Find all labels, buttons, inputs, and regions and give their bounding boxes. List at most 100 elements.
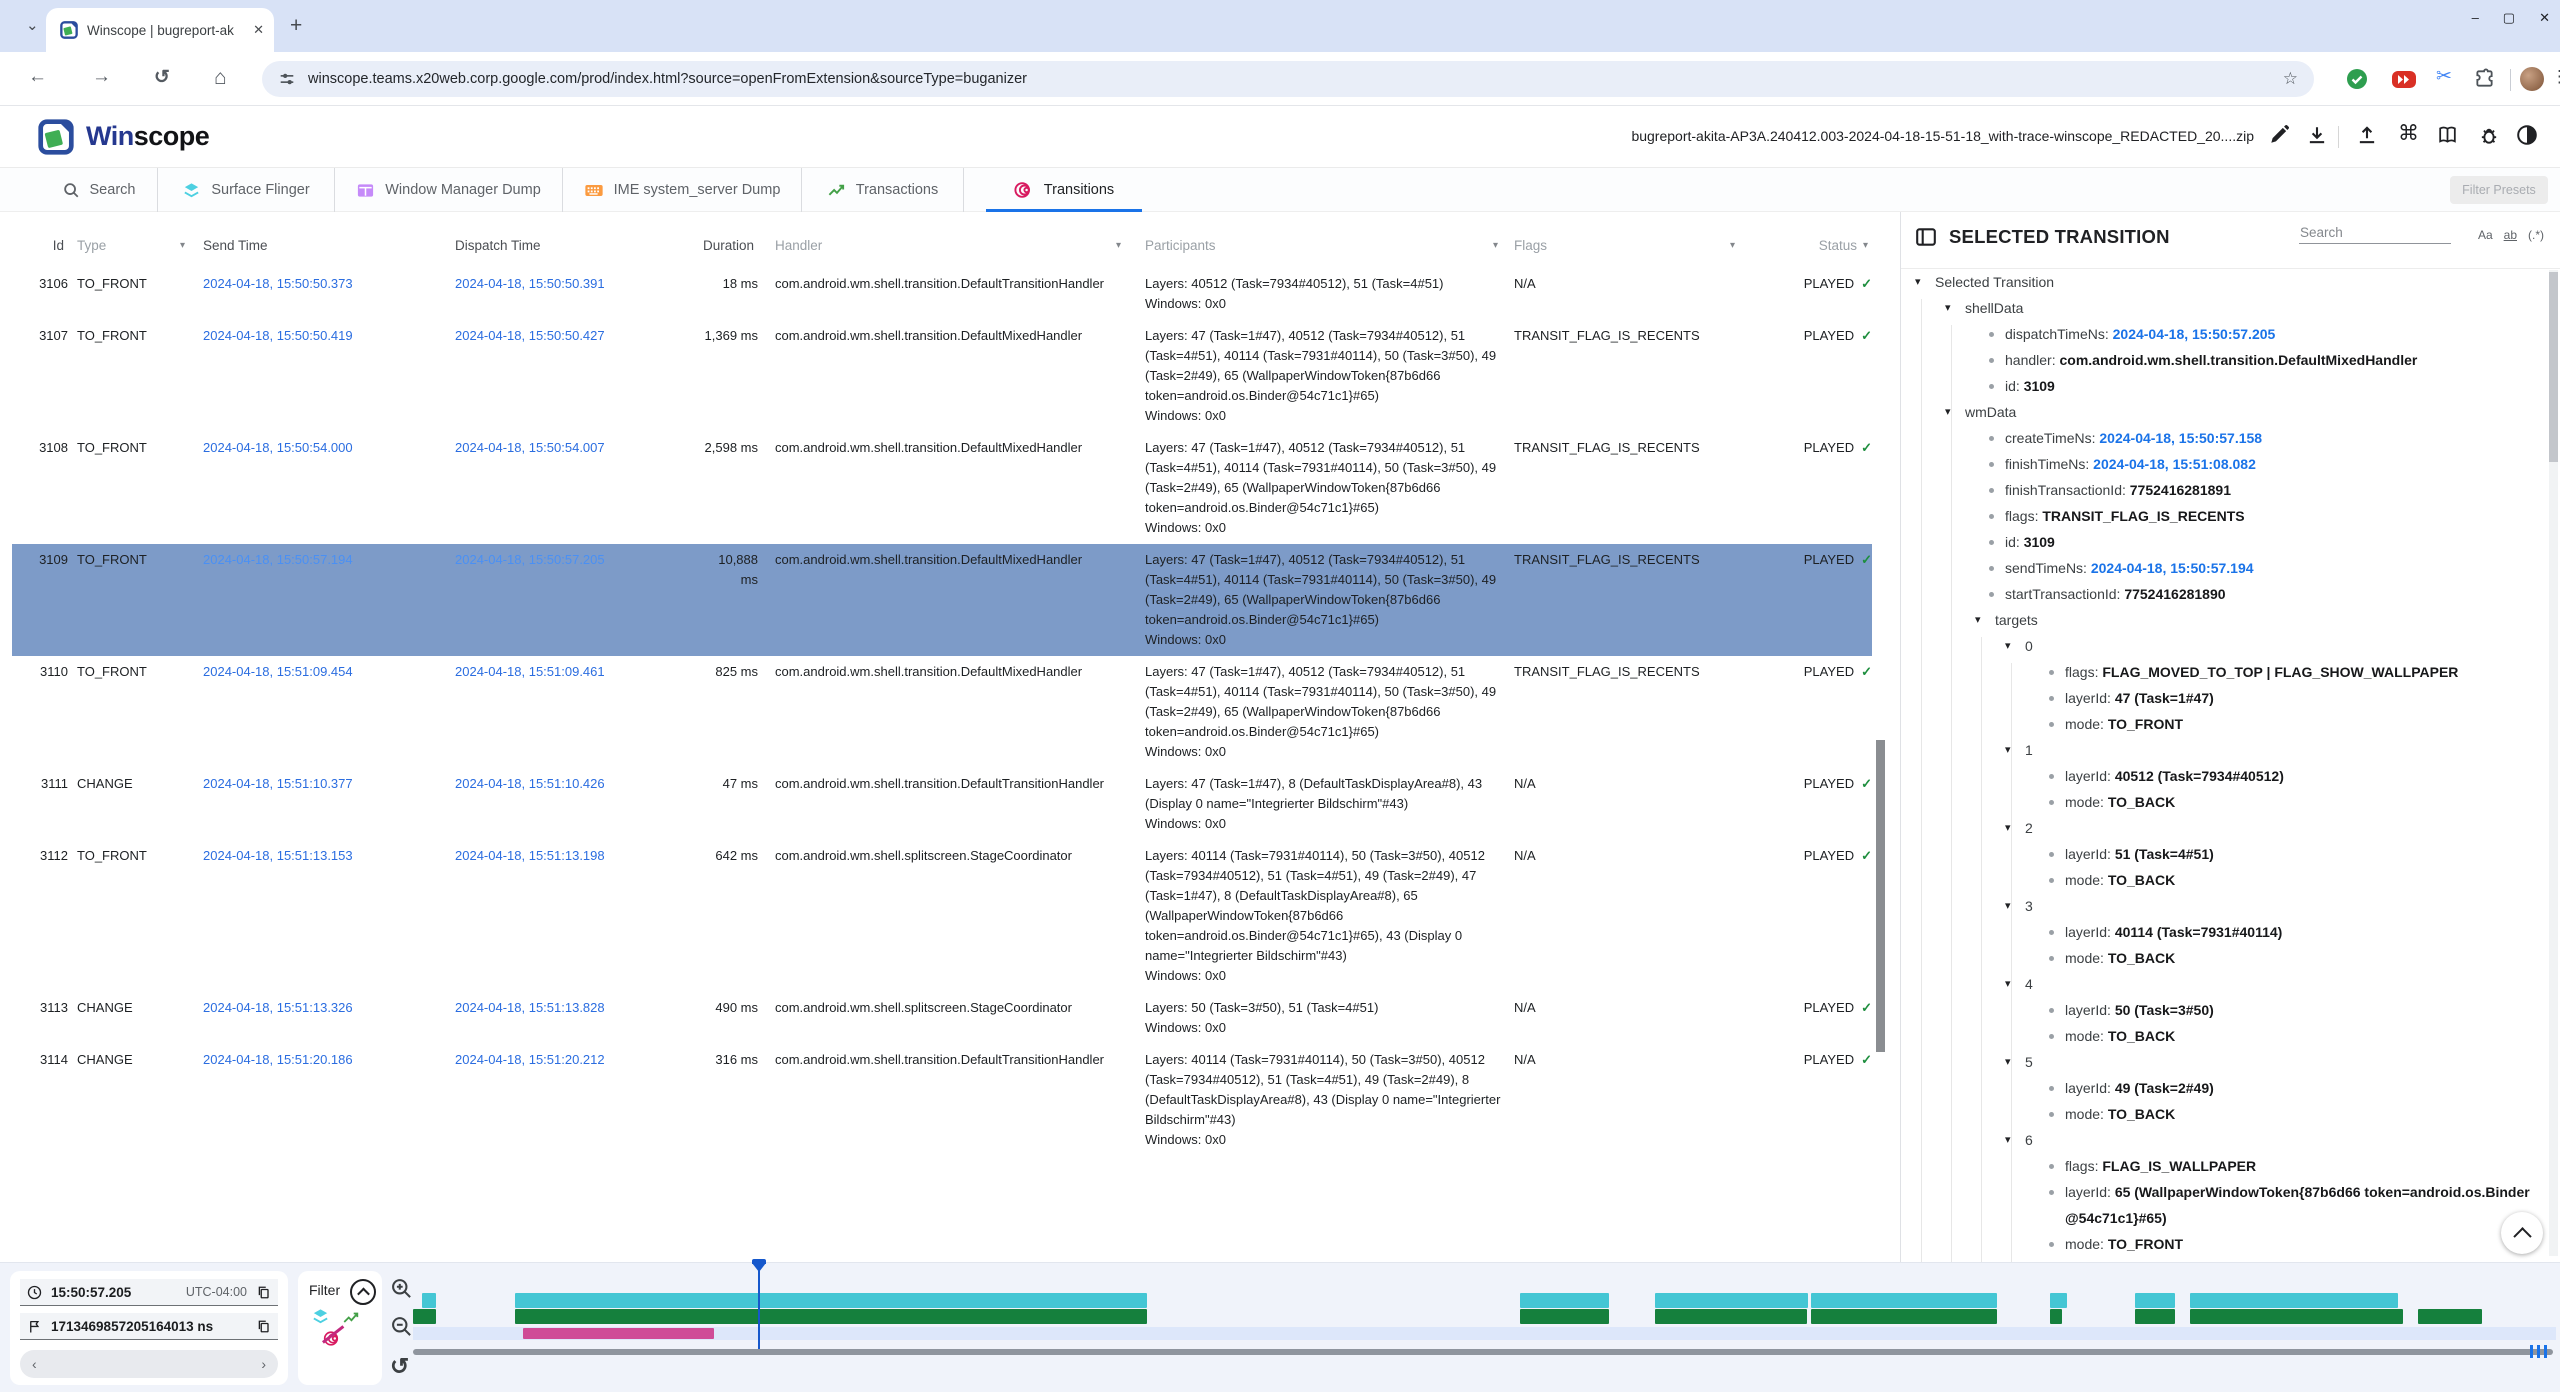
column-header-flags[interactable]: Flags▾ <box>1502 236 1739 256</box>
cell-dispatch[interactable]: 2024-04-18, 15:51:20.212 <box>443 1050 695 1150</box>
column-header-id[interactable]: Id <box>12 236 68 256</box>
current-time-value[interactable]: 15:50:57.205 <box>51 1285 131 1300</box>
table-row[interactable]: 3107TO_FRONT2024-04-18, 15:50:50.4192024… <box>12 320 1872 432</box>
documentation-book-icon[interactable] <box>2436 124 2459 146</box>
transactions-track-segment[interactable] <box>2050 1309 2062 1324</box>
cell-dispatch[interactable]: 2024-04-18, 15:50:54.007 <box>443 438 695 538</box>
back-icon[interactable]: ← <box>28 66 47 88</box>
tree-node[interactable]: ▾1 <box>1901 737 2560 763</box>
prev-frame-button[interactable]: ‹ <box>32 1356 37 1372</box>
tab-ime-system-server-dump[interactable]: IME system_server Dump <box>563 168 802 212</box>
zoom-in-button[interactable] <box>390 1277 413 1300</box>
cell-send[interactable]: 2024-04-18, 15:50:57.194 <box>189 550 443 650</box>
tab-transactions[interactable]: Transactions <box>802 168 964 212</box>
tab-close-icon[interactable]: ✕ <box>253 22 264 38</box>
tree-expand-arrow-icon[interactable]: ▾ <box>2005 893 2011 919</box>
scroll-to-top-button[interactable] <box>2501 1212 2543 1254</box>
filter-arrow-icon[interactable]: ▾ <box>1730 236 1735 256</box>
filter-arrow-icon[interactable]: ▾ <box>1863 236 1868 256</box>
column-header-type[interactable]: Type▾ <box>68 236 189 256</box>
tree-expand-arrow-icon[interactable]: ▾ <box>2005 815 2011 841</box>
transactions-track-segment[interactable] <box>2418 1309 2482 1324</box>
shortcuts-icon[interactable]: ⌘ <box>2398 121 2419 146</box>
extension-check-icon[interactable] <box>2346 68 2368 90</box>
sf-track-segment[interactable] <box>1811 1293 1997 1308</box>
zoom-reset-button[interactable]: ↻ <box>390 1353 409 1380</box>
table-row[interactable]: 3108TO_FRONT2024-04-18, 15:50:54.0002024… <box>12 432 1872 544</box>
tree-node[interactable]: ▾2 <box>1901 815 2560 841</box>
timeline-cursor[interactable] <box>758 1265 760 1349</box>
cell-send[interactable]: 2024-04-18, 15:50:54.000 <box>189 438 443 538</box>
address-bar[interactable]: winscope.teams.x20web.corp.google.com/pr… <box>262 61 2314 97</box>
transitions-track-segment[interactable] <box>523 1328 714 1339</box>
sf-track-segment[interactable] <box>422 1293 436 1308</box>
transitions-track[interactable] <box>413 1327 2556 1340</box>
timeline-scrollbar[interactable] <box>413 1349 2553 1355</box>
minimize-button[interactable]: – <box>2472 10 2479 26</box>
table-row[interactable]: 3111CHANGE2024-04-18, 15:51:10.3772024-0… <box>12 768 1872 840</box>
sf-track-segment[interactable] <box>515 1293 1147 1308</box>
tree-node[interactable]: ▾0 <box>1901 633 2560 659</box>
edit-pencil-icon[interactable] <box>2268 124 2290 146</box>
copy-ns-icon[interactable] <box>256 1319 271 1334</box>
column-header-handler[interactable]: Handler▾ <box>758 236 1125 256</box>
cell-dispatch[interactable]: 2024-04-18, 15:50:57.205 <box>443 550 695 650</box>
panel-scrollbar-thumb[interactable] <box>2549 272 2558 462</box>
url-text[interactable]: winscope.teams.x20web.corp.google.com/pr… <box>308 71 2283 87</box>
maximize-button[interactable]: ▢ <box>2503 10 2515 26</box>
surface-flinger-filter-icon[interactable] <box>311 1307 330 1326</box>
table-row[interactable]: 3106TO_FRONT2024-04-18, 15:50:50.3732024… <box>12 268 1872 320</box>
scissors-extension-icon[interactable]: ✂ <box>2436 65 2452 88</box>
whole-word-icon[interactable]: ab <box>2504 228 2517 242</box>
tab-search[interactable]: Search <box>40 168 158 212</box>
tree-node[interactable]: ▾3 <box>1901 893 2560 919</box>
next-frame-button[interactable]: › <box>261 1356 266 1372</box>
tree-expand-arrow-icon[interactable]: ▾ <box>1945 295 1951 321</box>
tab-surface-flinger[interactable]: Surface Flinger <box>158 168 335 212</box>
tree-expand-arrow-icon[interactable]: ▾ <box>2005 1049 2011 1075</box>
filter-arrow-icon[interactable]: ▾ <box>1116 236 1121 256</box>
filter-presets-button[interactable]: Filter Presets <box>2450 176 2548 204</box>
copy-time-icon[interactable] <box>256 1285 271 1300</box>
column-header-dispatch-time[interactable]: Dispatch Time <box>443 236 695 256</box>
profile-avatar[interactable] <box>2520 67 2544 91</box>
panel-search-input[interactable] <box>2299 222 2451 244</box>
current-time-field[interactable]: 15:50:57.205 UTC-04:00 <box>20 1279 278 1306</box>
transactions-track-segment[interactable] <box>1655 1309 1807 1324</box>
sf-track-segment[interactable] <box>2050 1293 2067 1308</box>
cell-send[interactable]: 2024-04-18, 15:51:13.326 <box>189 998 443 1038</box>
cell-dispatch[interactable]: 2024-04-18, 15:50:50.391 <box>443 274 695 314</box>
tree-node[interactable]: ▾5 <box>1901 1049 2560 1075</box>
nanoseconds-value[interactable]: 1713469857205164013 ns <box>51 1319 213 1334</box>
table-row[interactable]: 3110TO_FRONT2024-04-18, 15:51:09.4542024… <box>12 656 1872 768</box>
cell-dispatch[interactable]: 2024-04-18, 15:51:09.461 <box>443 662 695 762</box>
table-scrollbar-thumb[interactable] <box>1876 740 1885 1052</box>
filter-arrow-icon[interactable]: ▾ <box>1493 236 1498 256</box>
cell-send[interactable]: 2024-04-18, 15:51:20.186 <box>189 1050 443 1150</box>
tree-expand-arrow-icon[interactable]: ▾ <box>2005 971 2011 997</box>
transactions-track-segment[interactable] <box>1520 1309 1609 1324</box>
column-header-duration[interactable]: Duration <box>695 236 758 256</box>
tree-expand-arrow-icon[interactable]: ▾ <box>1975 607 1981 633</box>
table-scrollbar[interactable] <box>1876 228 1885 1248</box>
home-icon[interactable]: ⌂ <box>214 66 227 90</box>
forward-icon[interactable]: → <box>92 66 111 88</box>
tree-expand-arrow-icon[interactable]: ▾ <box>2005 1127 2011 1153</box>
nanoseconds-field[interactable]: 1713469857205164013 ns <box>20 1313 278 1340</box>
cell-dispatch[interactable]: 2024-04-18, 15:51:10.426 <box>443 774 695 834</box>
tab-window-manager-dump[interactable]: Window Manager Dump <box>335 168 563 212</box>
transactions-track-segment[interactable] <box>2135 1309 2175 1324</box>
cell-send[interactable]: 2024-04-18, 15:51:09.454 <box>189 662 443 762</box>
extension-red-icon[interactable] <box>2392 71 2416 88</box>
cell-send[interactable]: 2024-04-18, 15:51:13.153 <box>189 846 443 986</box>
transactions-track-segment[interactable] <box>2190 1309 2403 1324</box>
column-header-status[interactable]: Status▾ <box>1739 236 1872 256</box>
tree-expand-arrow-icon[interactable]: ▾ <box>2005 737 2011 763</box>
regex-icon[interactable]: (.*) <box>2528 228 2544 242</box>
transactions-track-segment[interactable] <box>413 1309 436 1324</box>
column-header-participants[interactable]: Participants▾ <box>1125 236 1502 256</box>
tree-node[interactable]: ▾6 <box>1901 1127 2560 1153</box>
table-row[interactable]: 3114CHANGE2024-04-18, 15:51:20.1862024-0… <box>12 1044 1872 1156</box>
close-button[interactable]: ✕ <box>2539 10 2550 26</box>
site-settings-icon[interactable] <box>278 70 296 88</box>
